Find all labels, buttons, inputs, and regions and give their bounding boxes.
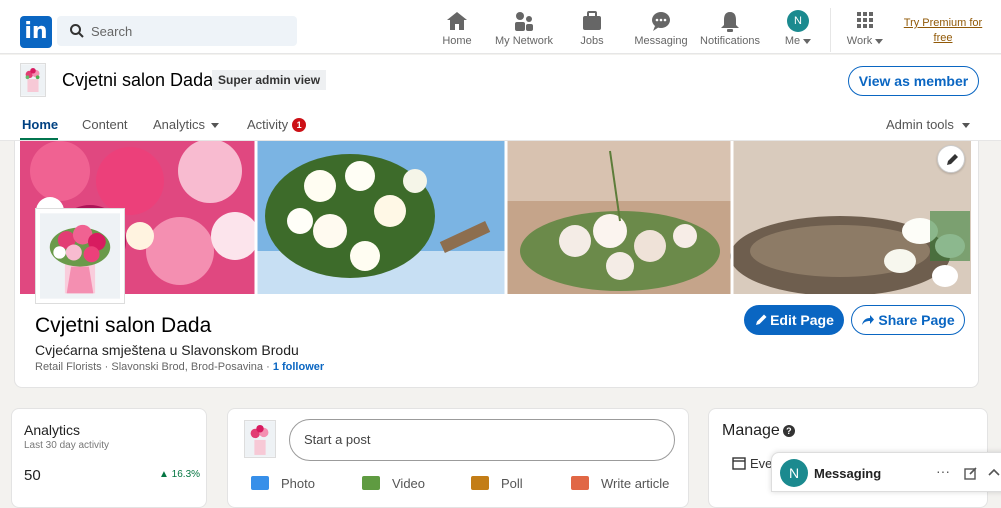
- tab-activity[interactable]: Activity 1: [247, 117, 307, 132]
- start-post-input[interactable]: Start a post: [289, 419, 675, 461]
- cover-photo[interactable]: [20, 141, 971, 294]
- admin-tools-label: Admin tools: [886, 117, 954, 132]
- nav-jobs-label: Jobs: [580, 35, 604, 47]
- nav-messaging[interactable]: Messaging: [634, 10, 688, 50]
- page-name-heading: Cvjetni salon Dada: [35, 314, 212, 337]
- share-page-button[interactable]: Share Page: [851, 305, 965, 335]
- edit-cover-button[interactable]: [937, 145, 965, 173]
- video-icon: [362, 476, 380, 490]
- photo-action[interactable]: Photo: [251, 476, 315, 491]
- article-icon: [571, 476, 589, 490]
- search-input[interactable]: Search: [91, 24, 132, 39]
- photo-icon: [251, 476, 269, 490]
- tab-analytics-label: Analytics: [153, 117, 206, 132]
- chevron-down-icon: [961, 123, 970, 129]
- page-admin-header: [0, 55, 1001, 141]
- manage-events-item[interactable]: Eve: [732, 456, 772, 471]
- nav-notifications-label: Notifications: [700, 35, 760, 47]
- pencil-icon: [947, 154, 958, 165]
- page-logo-thumbnail: [20, 63, 46, 97]
- poll-label: Poll: [501, 476, 523, 491]
- tab-content[interactable]: Content: [82, 117, 128, 132]
- composer-avatar: [244, 420, 276, 458]
- messaging-avatar: N: [780, 459, 808, 487]
- tab-analytics[interactable]: Analytics: [153, 117, 220, 132]
- help-icon[interactable]: ?: [782, 425, 795, 437]
- compose-icon[interactable]: [964, 466, 978, 480]
- share-arrow-icon: [862, 315, 875, 325]
- chevron-down-icon: [875, 38, 884, 44]
- pencil-icon: [756, 314, 767, 325]
- global-nav: in Search Home My Network Jobs Messaging…: [0, 0, 1001, 54]
- super-admin-badge: Super admin view: [212, 70, 327, 90]
- page-meta-text: Retail Florists · Slavonski Brod, Brod-P…: [35, 361, 273, 373]
- nav-work-label: Work: [845, 35, 885, 47]
- write-article-label: Write article: [601, 476, 670, 491]
- nav-me-label: Me: [782, 35, 814, 47]
- poll-action[interactable]: Poll: [471, 476, 523, 491]
- manage-title-text: Manage: [722, 422, 780, 439]
- nav-messaging-label: Messaging: [634, 35, 688, 47]
- share-page-label: Share Page: [878, 312, 955, 328]
- chevron-down-icon: [803, 38, 812, 44]
- admin-tools-dropdown[interactable]: Admin tools: [886, 117, 970, 132]
- active-tab-indicator: [20, 138, 58, 140]
- home-icon: [447, 12, 467, 30]
- page-logo[interactable]: [35, 208, 125, 304]
- messaging-label: Messaging: [814, 466, 882, 481]
- nav-home-label: Home: [442, 35, 472, 47]
- manage-title: Manage?: [722, 422, 795, 440]
- search-icon: [70, 24, 84, 38]
- page-title: Cvjetni salon Dada: [62, 70, 214, 90]
- write-article-action[interactable]: Write article: [571, 476, 669, 491]
- nav-notifications[interactable]: Notifications: [699, 10, 761, 50]
- more-options-icon[interactable]: ···: [936, 463, 950, 479]
- briefcase-icon: [583, 11, 601, 30]
- calendar-icon: [732, 457, 746, 470]
- nav-divider: [830, 8, 831, 52]
- search-bar[interactable]: Search: [57, 16, 297, 46]
- nav-me[interactable]: N Me: [782, 10, 814, 50]
- analytics-change: ▲ 16.3%: [159, 469, 201, 480]
- photo-label: Photo: [281, 476, 315, 491]
- nav-home[interactable]: Home: [440, 10, 474, 50]
- network-icon: [515, 12, 533, 31]
- edit-page-button[interactable]: Edit Page: [744, 305, 844, 335]
- tab-home[interactable]: Home: [22, 117, 58, 132]
- edit-page-label: Edit Page: [770, 312, 834, 328]
- poll-icon: [471, 476, 489, 490]
- try-premium-link[interactable]: Try Premium for free: [898, 16, 988, 46]
- linkedin-logo[interactable]: in: [20, 16, 52, 48]
- messaging-overlay[interactable]: N Messaging ···: [771, 452, 1001, 492]
- video-action[interactable]: Video: [362, 476, 425, 491]
- page-meta: Retail Florists · Slavonski Brod, Brod-P…: [35, 361, 324, 373]
- tab-activity-label: Activity: [247, 117, 289, 132]
- messaging-icon: [652, 12, 670, 31]
- nav-my-network[interactable]: My Network: [494, 10, 554, 50]
- nav-my-network-label: My Network: [494, 35, 554, 47]
- chevron-down-icon: [211, 123, 220, 129]
- chevron-up-icon[interactable]: [988, 467, 1000, 479]
- page-tagline: Cvjećarna smještena u Slavonskom Brodu: [35, 342, 299, 358]
- nav-work[interactable]: Work: [845, 10, 885, 50]
- view-as-member-button[interactable]: View as member: [848, 66, 979, 96]
- followers-link[interactable]: 1 follower: [273, 361, 324, 373]
- bell-icon: [721, 12, 739, 32]
- analytics-value: 50: [24, 467, 41, 484]
- analytics-subtitle: Last 30 day activity: [24, 440, 110, 451]
- grid-icon: [857, 12, 873, 28]
- manage-events-label: Eve: [750, 456, 773, 471]
- activity-count-badge: 1: [292, 118, 307, 132]
- avatar-icon: N: [787, 10, 809, 32]
- video-label: Video: [392, 476, 426, 491]
- analytics-title: Analytics: [24, 422, 81, 438]
- nav-jobs[interactable]: Jobs: [578, 10, 606, 50]
